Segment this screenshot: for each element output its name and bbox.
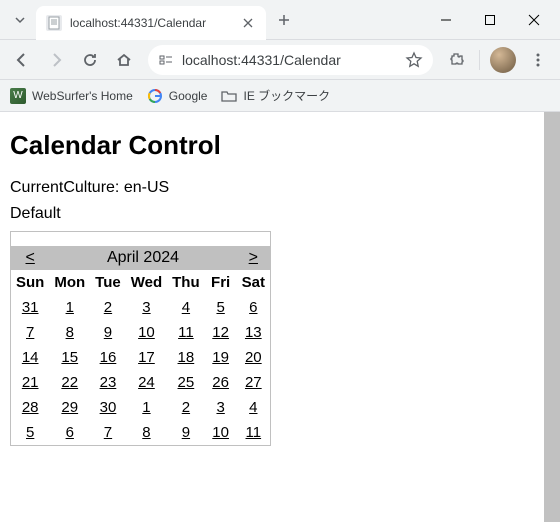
back-button[interactable] xyxy=(6,44,38,76)
calendar-day[interactable]: 8 xyxy=(126,420,167,445)
calendar-day[interactable]: 4 xyxy=(167,295,205,320)
bookmark-google[interactable]: Google xyxy=(147,88,208,104)
google-icon xyxy=(147,88,163,104)
calendar-day[interactable]: 25 xyxy=(167,370,205,395)
calendar-day[interactable]: 18 xyxy=(167,345,205,370)
calendar-day[interactable]: 14 xyxy=(11,345,49,370)
default-label: Default xyxy=(10,205,550,223)
calendar-day[interactable]: 15 xyxy=(49,345,90,370)
site-info-icon[interactable] xyxy=(158,52,174,68)
calendar-prev-button[interactable]: < xyxy=(11,246,49,270)
calendar-day[interactable]: 28 xyxy=(11,395,49,420)
home-button[interactable] xyxy=(108,44,140,76)
calendar-day[interactable]: 6 xyxy=(49,420,90,445)
calendar-control: < April 2024 > Sun Mon Tue Wed Thu Fri S… xyxy=(10,231,271,446)
day-header: Fri xyxy=(205,270,237,295)
calendar-day[interactable]: 16 xyxy=(90,345,126,370)
calendar-day[interactable]: 9 xyxy=(90,320,126,345)
calendar-title: April 2024 xyxy=(49,246,236,270)
calendar-day[interactable]: 24 xyxy=(126,370,167,395)
folder-icon xyxy=(221,88,237,104)
close-tab-button[interactable] xyxy=(240,15,256,31)
calendar-day[interactable]: 1 xyxy=(126,395,167,420)
calendar-day[interactable]: 6 xyxy=(237,295,270,320)
tab-title: localhost:44331/Calendar xyxy=(70,16,240,30)
calendar-day[interactable]: 12 xyxy=(205,320,237,345)
calendar-day[interactable]: 23 xyxy=(90,370,126,395)
extensions-button[interactable] xyxy=(441,44,473,76)
calendar-day[interactable]: 11 xyxy=(167,320,205,345)
calendar-next-button[interactable]: > xyxy=(237,246,270,270)
calendar-day[interactable]: 17 xyxy=(126,345,167,370)
tab-search-dropdown[interactable] xyxy=(4,4,36,36)
calendar-day[interactable]: 20 xyxy=(237,345,270,370)
bookmark-icon: W xyxy=(10,88,26,104)
day-header: Sat xyxy=(237,270,270,295)
toolbar-divider xyxy=(479,50,480,70)
calendar-day[interactable]: 22 xyxy=(49,370,90,395)
day-header: Thu xyxy=(167,270,205,295)
browser-titlebar: localhost:44331/Calendar xyxy=(0,0,560,40)
calendar-day[interactable]: 19 xyxy=(205,345,237,370)
calendar-day[interactable]: 3 xyxy=(205,395,237,420)
page-content: Calendar Control CurrentCulture: en-US D… xyxy=(0,112,560,522)
calendar-day[interactable]: 5 xyxy=(11,420,49,445)
calendar-day[interactable]: 26 xyxy=(205,370,237,395)
calendar-day[interactable]: 29 xyxy=(49,395,90,420)
day-header: Mon xyxy=(49,270,90,295)
calendar-day[interactable]: 11 xyxy=(237,420,270,445)
close-window-button[interactable] xyxy=(512,4,556,36)
maximize-button[interactable] xyxy=(468,4,512,36)
bookmark-ie-folder[interactable]: IE ブックマーク xyxy=(221,87,330,104)
day-header: Sun xyxy=(11,270,49,295)
browser-toolbar: localhost:44331/Calendar xyxy=(0,40,560,80)
calendar-day[interactable]: 27 xyxy=(237,370,270,395)
culture-info: CurrentCulture: en-US xyxy=(10,179,550,197)
calendar-day[interactable]: 30 xyxy=(90,395,126,420)
bookmark-label: WebSurfer's Home xyxy=(32,89,133,103)
menu-button[interactable] xyxy=(522,44,554,76)
calendar-day[interactable]: 7 xyxy=(90,420,126,445)
vertical-scrollbar[interactable] xyxy=(544,112,560,522)
page-heading: Calendar Control xyxy=(10,130,550,161)
calendar-day[interactable]: 2 xyxy=(167,395,205,420)
profile-avatar[interactable] xyxy=(490,47,516,73)
bookmark-label: Google xyxy=(169,89,208,103)
bookmark-websurfer[interactable]: W WebSurfer's Home xyxy=(10,88,133,104)
calendar-day[interactable]: 10 xyxy=(205,420,237,445)
forward-button[interactable] xyxy=(40,44,72,76)
calendar-day[interactable]: 10 xyxy=(126,320,167,345)
calendar-day[interactable]: 31 xyxy=(11,295,49,320)
reload-button[interactable] xyxy=(74,44,106,76)
calendar-day[interactable]: 5 xyxy=(205,295,237,320)
url-text: localhost:44331/Calendar xyxy=(182,52,405,68)
calendar-day[interactable]: 1 xyxy=(49,295,90,320)
browser-tab[interactable]: localhost:44331/Calendar xyxy=(36,6,266,40)
calendar-day[interactable]: 3 xyxy=(126,295,167,320)
calendar-day[interactable]: 21 xyxy=(11,370,49,395)
new-tab-button[interactable] xyxy=(270,6,298,34)
scrollbar-thumb[interactable] xyxy=(544,112,560,522)
calendar-day[interactable]: 7 xyxy=(11,320,49,345)
day-header: Tue xyxy=(90,270,126,295)
minimize-button[interactable] xyxy=(424,4,468,36)
day-header: Wed xyxy=(126,270,167,295)
calendar-day[interactable]: 13 xyxy=(237,320,270,345)
calendar-day[interactable]: 2 xyxy=(90,295,126,320)
bookmark-star-icon[interactable] xyxy=(405,51,423,69)
bookmarks-bar: W WebSurfer's Home Google IE ブックマーク xyxy=(0,80,560,112)
address-bar[interactable]: localhost:44331/Calendar xyxy=(148,45,433,75)
calendar-day[interactable]: 4 xyxy=(237,395,270,420)
calendar-day[interactable]: 9 xyxy=(167,420,205,445)
page-favicon xyxy=(46,15,62,31)
bookmark-label: IE ブックマーク xyxy=(243,87,330,104)
calendar-day[interactable]: 8 xyxy=(49,320,90,345)
